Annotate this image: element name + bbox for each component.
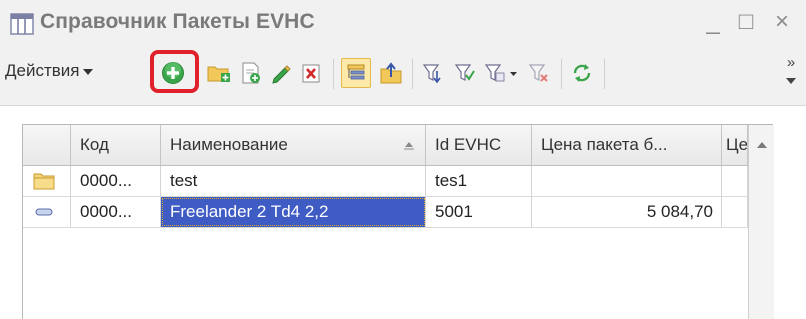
sort-indicator-icon [404,142,414,150]
price-cell: 5 084,70 [532,197,722,227]
id-evhc-cell: tes1 [426,166,532,196]
hierarchy-view-button[interactable] [341,58,371,88]
toolbar-separator [333,59,334,89]
add-button[interactable] [160,59,186,87]
actions-menu-label: Действия [5,61,80,80]
toolbar: Действия » [0,47,806,106]
column-header-price[interactable]: Цена пакета б... [532,125,722,165]
window-title: Справочник Пакеты EVHC [40,10,315,33]
table-header: Код Наименование Id EVHC Цена пакета б..… [23,125,773,166]
toolbar-separator [561,59,562,89]
add-folder-icon [207,66,230,82]
row-icon-cell [23,166,71,196]
filter-clear-button[interactable] [526,59,552,87]
delete-button[interactable] [298,59,324,87]
table-row[interactable]: 0000... test tes1 [23,166,773,197]
caret-down-icon [786,78,796,84]
title-bar: Справочник Пакеты EVHC _ □ × [0,0,806,48]
maximize-button[interactable]: □ [735,8,757,36]
column-header-extra[interactable]: Це [722,125,748,165]
actions-menu[interactable]: Действия [5,61,94,81]
catalog-grid-icon [10,13,34,35]
close-button[interactable]: × [771,8,793,36]
pencil-icon [272,65,291,84]
level-up-icon [380,62,402,84]
refresh-button[interactable] [569,59,595,87]
edit-button[interactable] [268,59,294,87]
folder-icon [33,173,55,190]
filter-settings-icon [422,64,441,84]
filter-by-value-button[interactable] [452,59,478,87]
go-up-level-button[interactable] [378,59,404,87]
add-folder-button[interactable] [206,59,232,87]
vertical-scrollbar[interactable] [748,125,774,319]
copy-document-icon [242,62,260,84]
scroll-up-button[interactable] [749,125,774,165]
price-cell [532,166,722,196]
refresh-icon [573,64,591,82]
column-header-id-evhc[interactable]: Id EVHC [426,125,532,165]
toolbar-separator [412,59,413,89]
catalog-table[interactable]: Код Наименование Id EVHC Цена пакета б..… [22,124,774,319]
caret-down-icon [83,68,94,75]
column-header-name-label: Наименование [170,135,288,154]
filter-clear-icon [528,64,548,82]
catalog-window: Справочник Пакеты EVHC _ □ × Действия » … [0,0,806,319]
row-icon-cell [23,197,71,227]
delete-mark-icon [302,64,320,83]
filter-settings-button[interactable] [420,59,446,87]
extra-cell [722,197,748,227]
id-evhc-cell: 5001 [426,197,532,227]
add-circle-icon [162,62,184,84]
name-cell-selected[interactable]: Freelander 2 Td4 2,2 [161,197,426,227]
column-header-code[interactable]: Код [71,125,161,165]
toolbar-separator [604,59,605,89]
hierarchy-list-icon [347,64,365,80]
more-chevrons: » [786,54,796,71]
filter-value-icon [454,64,475,81]
filter-history-icon [484,64,517,82]
minimize-button[interactable]: _ [702,8,724,36]
name-cell: test [161,166,426,196]
scroll-up-arrow-icon [756,142,767,148]
filter-history-button[interactable] [482,59,522,87]
code-cell: 0000... [71,166,161,196]
copy-button[interactable] [238,59,264,87]
code-cell: 0000... [71,197,161,227]
column-header-name[interactable]: Наименование [161,125,426,165]
toolbar-more-button[interactable]: » [781,54,801,92]
extra-cell [722,166,748,196]
item-dash-icon [35,208,53,216]
column-header-icon[interactable] [23,125,71,165]
table-row[interactable]: 0000... Freelander 2 Td4 2,2 5001 5 084,… [23,197,773,228]
